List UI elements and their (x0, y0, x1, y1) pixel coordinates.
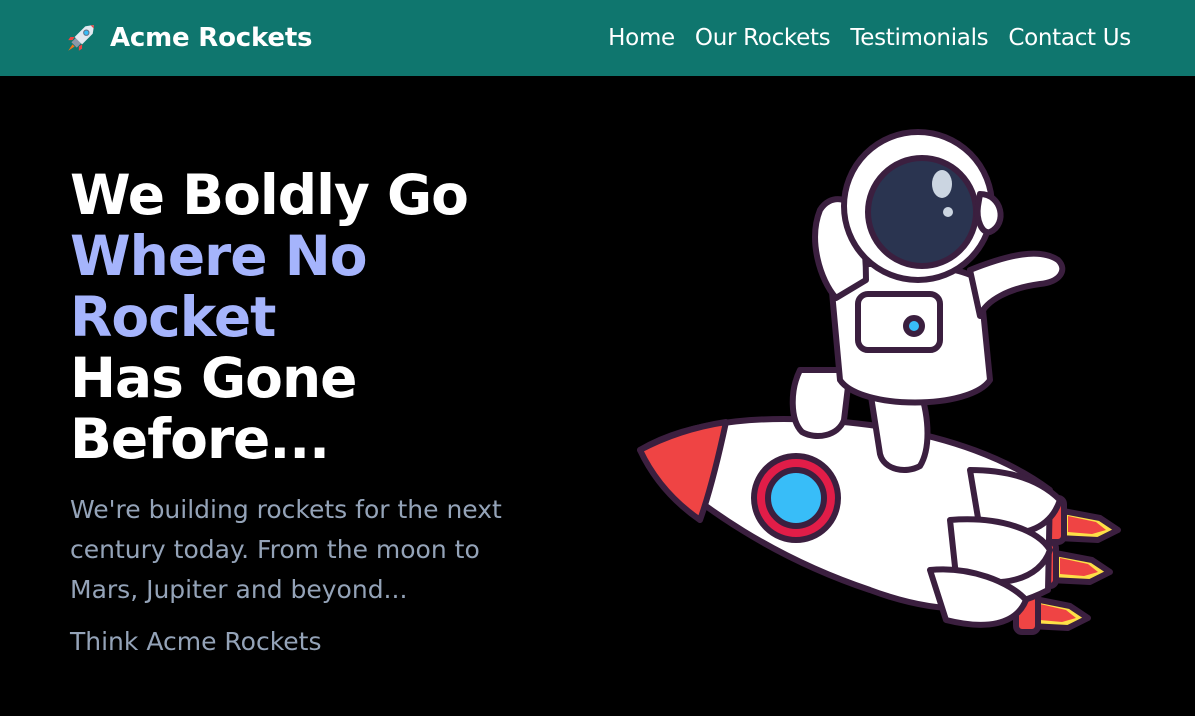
navbar: Acme Rockets Home Our Rockets Testimonia… (0, 0, 1195, 76)
hero-tagline: We're building rockets for the next cent… (70, 495, 502, 604)
headline-line-1: We Boldly Go (70, 163, 469, 227)
headline-line-3: Has Gone (70, 346, 357, 410)
nav-link-home[interactable]: Home (608, 25, 675, 51)
hero-section: We Boldly Go Where No Rocket Has Gone Be… (70, 165, 590, 662)
nav-link-testimonials[interactable]: Testimonials (850, 25, 988, 51)
brand-name: Acme Rockets (110, 23, 313, 53)
nav-link-our-rockets[interactable]: Our Rockets (695, 25, 831, 51)
nav-menu: Home Our Rockets Testimonials Contact Us (588, 0, 1131, 76)
nav-link-contact-us[interactable]: Contact Us (1008, 25, 1131, 51)
brand-link[interactable]: Acme Rockets (64, 18, 313, 58)
headline-line-4: Before... (70, 407, 330, 471)
hero-slogan: Think Acme Rockets (70, 627, 322, 656)
rocket-icon (68, 25, 94, 51)
hero-headline: We Boldly Go Where No Rocket Has Gone Be… (70, 165, 590, 470)
astronaut-rocket-illustration (637, 129, 1121, 635)
headline-accent: Where No Rocket (70, 224, 368, 349)
